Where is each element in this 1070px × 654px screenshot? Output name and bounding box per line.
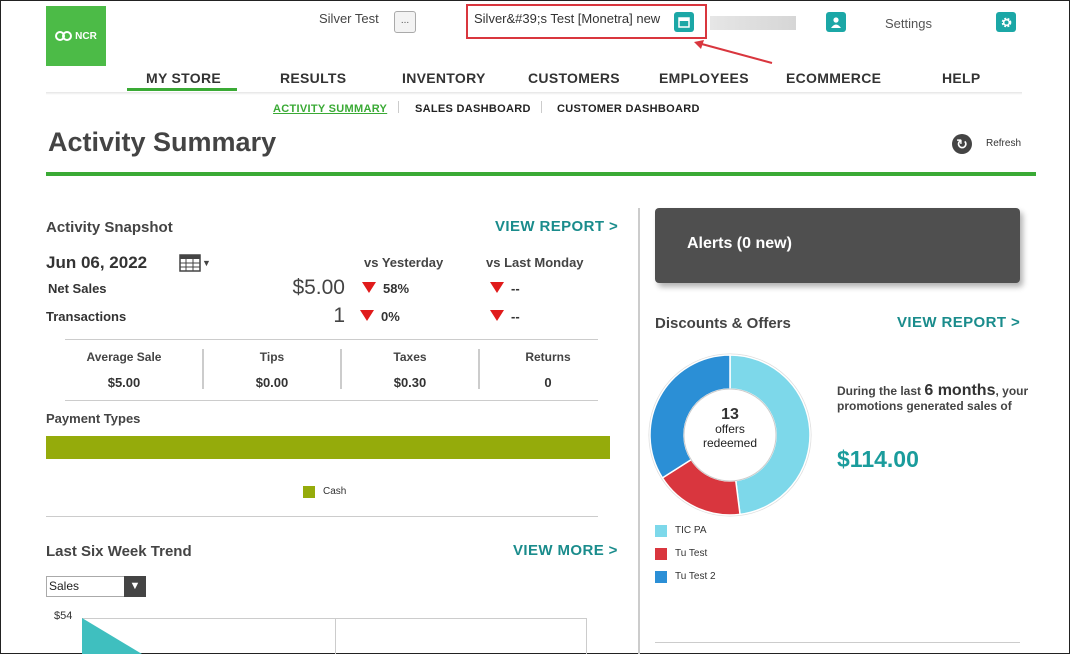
settings-button[interactable] bbox=[996, 12, 1016, 32]
discounts-heading: Discounts & Offers bbox=[655, 315, 791, 332]
down-arrow-icon bbox=[360, 310, 374, 321]
logo-text: NCR bbox=[75, 30, 97, 42]
refresh-icon[interactable]: ↻ bbox=[952, 134, 972, 154]
promo-period: 6 months bbox=[924, 382, 996, 399]
tips-value: $0.00 bbox=[255, 375, 289, 390]
average-sale-value: $5.00 bbox=[107, 375, 141, 390]
legend-swatch-cash bbox=[303, 486, 315, 498]
nav-customers[interactable]: CUSTOMERS bbox=[528, 70, 620, 86]
title-rule bbox=[46, 172, 1036, 176]
trend-y-label: $54 bbox=[54, 610, 73, 622]
offers-label: offers bbox=[715, 422, 745, 436]
legend-swatch-tu-test-2 bbox=[655, 571, 667, 583]
donut-center: 13 offers redeemed bbox=[690, 406, 770, 451]
stat-separator bbox=[478, 349, 480, 389]
chevron-down-icon: ▼ bbox=[202, 258, 211, 268]
down-arrow-icon bbox=[490, 282, 504, 293]
calendar-icon bbox=[179, 254, 201, 272]
divider bbox=[65, 400, 598, 401]
offers-count: 13 bbox=[721, 406, 739, 423]
date-picker-button[interactable]: ▼ bbox=[179, 253, 211, 273]
legend-label-cash: Cash bbox=[323, 486, 347, 497]
down-arrow-icon bbox=[490, 310, 504, 321]
annotation-arrow bbox=[694, 40, 773, 64]
returns-label: Returns bbox=[525, 350, 571, 364]
ncr-logo-icon bbox=[55, 31, 73, 41]
nav-inventory[interactable]: INVENTORY bbox=[402, 70, 486, 86]
down-arrow-icon bbox=[362, 282, 376, 293]
promo-text: During the last 6 months, your promotion… bbox=[837, 383, 1037, 414]
returns-value: 0 bbox=[544, 375, 552, 390]
divider bbox=[46, 516, 598, 517]
snapshot-date: Jun 06, 2022 bbox=[46, 253, 148, 272]
nav-help[interactable]: HELP bbox=[942, 70, 981, 86]
net-sales-value: $5.00 bbox=[292, 276, 345, 299]
taxes-value: $0.30 bbox=[393, 375, 427, 390]
nav-divider bbox=[46, 92, 1022, 95]
legend-swatch-tu-test bbox=[655, 548, 667, 560]
activity-snapshot-heading: Activity Snapshot bbox=[46, 219, 173, 236]
divider bbox=[655, 642, 1020, 643]
user-profile-button[interactable] bbox=[826, 12, 846, 32]
legend-label-tic-pa: TIC PA bbox=[675, 525, 707, 536]
net-sales-vs-yesterday: 58% bbox=[383, 281, 410, 296]
stat-separator bbox=[202, 349, 204, 389]
taxes-label: Taxes bbox=[393, 350, 427, 364]
transactions-label: Transactions bbox=[46, 309, 127, 324]
transactions-vs-yesterday: 0% bbox=[381, 309, 400, 324]
refresh-button[interactable]: Refresh bbox=[986, 138, 1021, 149]
subnav-separator bbox=[541, 101, 542, 113]
settings-link[interactable]: Settings bbox=[885, 16, 932, 31]
calendar-icon bbox=[678, 17, 690, 28]
chevron-down-icon[interactable]: ▼ bbox=[124, 576, 146, 597]
nav-employees[interactable]: EMPLOYEES bbox=[659, 70, 749, 86]
legend-label-tu-test-2: Tu Test 2 bbox=[675, 571, 716, 582]
average-sale-label: Average Sale bbox=[86, 350, 162, 364]
promo-amount: $114.00 bbox=[837, 446, 919, 472]
gear-icon bbox=[1001, 17, 1011, 27]
subnav-activity-summary[interactable]: ACTIVITY SUMMARY bbox=[273, 103, 387, 115]
trend-heading: Last Six Week Trend bbox=[46, 543, 192, 560]
column-divider bbox=[638, 208, 640, 654]
stat-separator bbox=[340, 349, 342, 389]
alerts-text: Alerts (0 new) bbox=[687, 235, 792, 252]
legend-swatch-tic-pa bbox=[655, 525, 667, 537]
snapshot-view-report-link[interactable]: VIEW REPORT > bbox=[495, 218, 618, 235]
payment-cash-bar bbox=[46, 436, 610, 459]
transactions-vs-last-monday: -- bbox=[511, 309, 520, 324]
tips-label: Tips bbox=[259, 350, 285, 364]
promo-prefix: During the last bbox=[837, 384, 922, 398]
location-name: Silver&#39;s Test [Monetra] new bbox=[474, 11, 661, 26]
discounts-view-report-link[interactable]: VIEW REPORT > bbox=[897, 314, 1020, 331]
subnav-sales-dashboard[interactable]: SALES DASHBOARD bbox=[415, 103, 531, 115]
subnav-customer-dashboard[interactable]: CUSTOMER DASHBOARD bbox=[557, 103, 700, 115]
trend-metric-value: Sales bbox=[49, 579, 80, 593]
redeemed-label: redeemed bbox=[702, 436, 758, 450]
legend-label-tu-test: Tu Test bbox=[675, 548, 708, 559]
subnav-separator bbox=[398, 101, 399, 113]
payment-types-heading: Payment Types bbox=[46, 411, 141, 426]
page-title: Activity Summary bbox=[48, 127, 277, 157]
ncr-logo[interactable]: NCR bbox=[46, 6, 106, 66]
store-more-button[interactable]: ... bbox=[394, 11, 416, 33]
store-name: Silver Test bbox=[319, 11, 379, 26]
divider bbox=[65, 339, 598, 340]
trend-view-more-link[interactable]: VIEW MORE > bbox=[513, 542, 618, 559]
trend-gridline bbox=[335, 618, 336, 654]
nav-ecommerce[interactable]: ECOMMERCE bbox=[786, 70, 881, 86]
transactions-value: 1 bbox=[333, 304, 345, 327]
nav-results[interactable]: RESULTS bbox=[280, 70, 346, 86]
vs-yesterday-header: vs Yesterday bbox=[364, 255, 444, 270]
location-calendar-button[interactable] bbox=[674, 12, 694, 32]
vs-last-monday-header: vs Last Monday bbox=[486, 255, 584, 270]
user-icon bbox=[831, 17, 841, 28]
blurred-user-name bbox=[710, 16, 796, 30]
net-sales-vs-last-monday: -- bbox=[511, 281, 520, 296]
nav-my-store[interactable]: MY STORE bbox=[146, 70, 221, 86]
trend-area-series bbox=[82, 618, 142, 654]
net-sales-label: Net Sales bbox=[48, 281, 107, 296]
nav-active-indicator bbox=[127, 88, 237, 91]
